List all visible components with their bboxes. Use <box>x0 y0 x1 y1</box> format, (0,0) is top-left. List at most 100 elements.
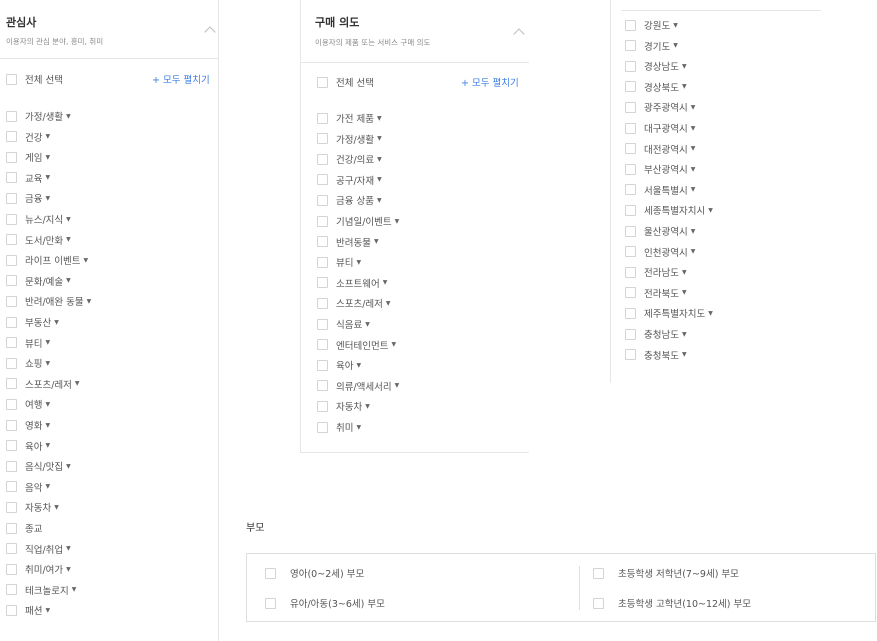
interest-item[interactable]: 패션 ▼ <box>6 603 50 617</box>
purchase-item[interactable]: 기념일/이벤트 ▼ <box>317 214 399 228</box>
caret-down-icon[interactable]: ▼ <box>691 228 696 235</box>
region-item[interactable]: 충청남도 ▼ <box>625 327 687 341</box>
collapse-chevron-icon[interactable] <box>204 26 216 38</box>
caret-down-icon[interactable]: ▼ <box>87 298 92 305</box>
interest-item[interactable]: 육아 ▼ <box>6 439 50 453</box>
region-item[interactable]: 대전광역시 ▼ <box>625 142 695 156</box>
caret-down-icon[interactable]: ▼ <box>682 331 687 338</box>
interest-item[interactable]: 게임 ▼ <box>6 150 50 164</box>
caret-down-icon[interactable]: ▼ <box>356 362 361 369</box>
caret-down-icon[interactable]: ▼ <box>374 238 379 245</box>
interest-item[interactable]: 자동차 ▼ <box>6 500 59 514</box>
caret-down-icon[interactable]: ▼ <box>45 607 50 614</box>
region-item[interactable]: 부산광역시 ▼ <box>625 162 695 176</box>
checkbox[interactable] <box>317 318 328 330</box>
interest-item[interactable]: 종교 <box>6 521 42 535</box>
checkbox[interactable] <box>625 40 636 52</box>
region-item[interactable]: 강원도 ▼ <box>625 18 678 32</box>
checkbox[interactable] <box>625 287 636 299</box>
interest-item[interactable]: 음식/맛집 ▼ <box>6 459 71 473</box>
purchase-item[interactable]: 반려동물 ▼ <box>317 235 379 249</box>
checkbox[interactable] <box>317 277 328 289</box>
caret-down-icon[interactable]: ▼ <box>45 401 50 408</box>
purchase-select-all[interactable]: 전체 선택 <box>317 75 374 89</box>
caret-down-icon[interactable]: ▼ <box>356 259 361 266</box>
caret-down-icon[interactable]: ▼ <box>682 83 687 90</box>
checkbox[interactable] <box>265 567 276 579</box>
checkbox[interactable] <box>625 328 636 340</box>
region-item[interactable]: 서울특별시 ▼ <box>625 183 695 197</box>
checkbox[interactable] <box>593 597 604 609</box>
checkbox[interactable] <box>625 163 636 175</box>
checkbox[interactable] <box>6 584 17 596</box>
collapse-chevron-icon[interactable] <box>513 28 525 40</box>
checkbox[interactable] <box>625 349 636 361</box>
checkbox[interactable] <box>6 398 17 410</box>
caret-down-icon[interactable]: ▼ <box>66 463 71 470</box>
checkbox[interactable] <box>6 440 17 452</box>
checkbox[interactable] <box>625 19 636 31</box>
caret-down-icon[interactable]: ▼ <box>45 422 50 429</box>
caret-down-icon[interactable]: ▼ <box>365 403 370 410</box>
checkbox[interactable] <box>317 421 328 433</box>
select-all-checkbox[interactable] <box>6 73 17 85</box>
expand-all-link[interactable]: + 모두 펼치기 <box>461 75 519 89</box>
caret-down-icon[interactable]: ▼ <box>691 248 696 255</box>
interest-item[interactable]: 테크놀로지 ▼ <box>6 583 76 597</box>
caret-down-icon[interactable]: ▼ <box>708 207 713 214</box>
purchase-item[interactable]: 엔터테인먼트 ▼ <box>317 338 396 352</box>
checkbox[interactable] <box>625 184 636 196</box>
interest-item[interactable]: 여행 ▼ <box>6 397 50 411</box>
caret-down-icon[interactable]: ▼ <box>66 216 71 223</box>
interest-item[interactable]: 가정/생활 ▼ <box>6 109 71 123</box>
caret-down-icon[interactable]: ▼ <box>691 166 696 173</box>
checkbox[interactable] <box>625 307 636 319</box>
purchase-item[interactable]: 취미 ▼ <box>317 420 361 434</box>
checkbox[interactable] <box>6 295 17 307</box>
region-item[interactable]: 인천광역시 ▼ <box>625 245 695 259</box>
caret-down-icon[interactable]: ▼ <box>45 339 50 346</box>
checkbox[interactable] <box>6 563 17 575</box>
region-item[interactable]: 경상북도 ▼ <box>625 80 687 94</box>
purchase-item[interactable]: 가정/생활 ▼ <box>317 132 382 146</box>
checkbox[interactable] <box>317 380 328 392</box>
caret-down-icon[interactable]: ▼ <box>691 125 696 132</box>
checkbox[interactable] <box>6 357 17 369</box>
caret-down-icon[interactable]: ▼ <box>54 319 59 326</box>
interest-item[interactable]: 쇼핑 ▼ <box>6 356 50 370</box>
checkbox[interactable] <box>317 174 328 186</box>
caret-down-icon[interactable]: ▼ <box>45 195 50 202</box>
interest-item[interactable]: 교육 ▼ <box>6 171 50 185</box>
interest-item[interactable]: 영화 ▼ <box>6 418 50 432</box>
checkbox[interactable] <box>317 153 328 165</box>
checkbox[interactable] <box>625 122 636 134</box>
checkbox[interactable] <box>6 131 17 143</box>
purchase-item[interactable]: 식음료 ▼ <box>317 317 370 331</box>
caret-down-icon[interactable]: ▼ <box>66 277 71 284</box>
checkbox[interactable] <box>625 143 636 155</box>
caret-down-icon[interactable]: ▼ <box>708 310 713 317</box>
checkbox[interactable] <box>6 172 17 184</box>
region-item[interactable]: 울산광역시 ▼ <box>625 224 695 238</box>
interest-item[interactable]: 반려/애완 동물 ▼ <box>6 294 91 308</box>
caret-down-icon[interactable]: ▼ <box>45 360 50 367</box>
region-item[interactable]: 경상남도 ▼ <box>625 59 687 73</box>
purchase-item[interactable]: 자동차 ▼ <box>317 399 370 413</box>
caret-down-icon[interactable]: ▼ <box>45 133 50 140</box>
checkbox[interactable] <box>6 151 17 163</box>
checkbox[interactable] <box>6 378 17 390</box>
purchase-item[interactable]: 건강/의료 ▼ <box>317 152 382 166</box>
interest-item[interactable]: 음악 ▼ <box>6 480 50 494</box>
parent-option[interactable]: 유아/아동(3~6세) 부모 <box>265 596 385 610</box>
purchase-item[interactable]: 공구/자재 ▼ <box>317 173 382 187</box>
purchase-item[interactable]: 소프트웨어 ▼ <box>317 276 387 290</box>
interest-item[interactable]: 건강 ▼ <box>6 130 50 144</box>
checkbox[interactable] <box>6 254 17 266</box>
interest-item[interactable]: 도서/만화 ▼ <box>6 233 71 247</box>
checkbox[interactable] <box>6 460 17 472</box>
caret-down-icon[interactable]: ▼ <box>66 236 71 243</box>
region-item[interactable]: 경기도 ▼ <box>625 39 678 53</box>
checkbox[interactable] <box>625 246 636 258</box>
checkbox[interactable] <box>317 236 328 248</box>
purchase-item[interactable]: 의류/액세서리 ▼ <box>317 379 399 393</box>
